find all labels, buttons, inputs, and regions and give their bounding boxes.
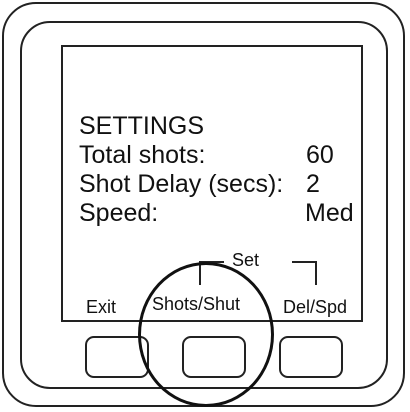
highlight-circle	[138, 262, 274, 407]
exit-softkey-label: Exit	[86, 297, 117, 317]
del-spd-button[interactable]	[279, 336, 343, 378]
del-spd-softkey-label: Del/Spd	[283, 297, 348, 317]
set-group-label: Set	[232, 250, 260, 270]
